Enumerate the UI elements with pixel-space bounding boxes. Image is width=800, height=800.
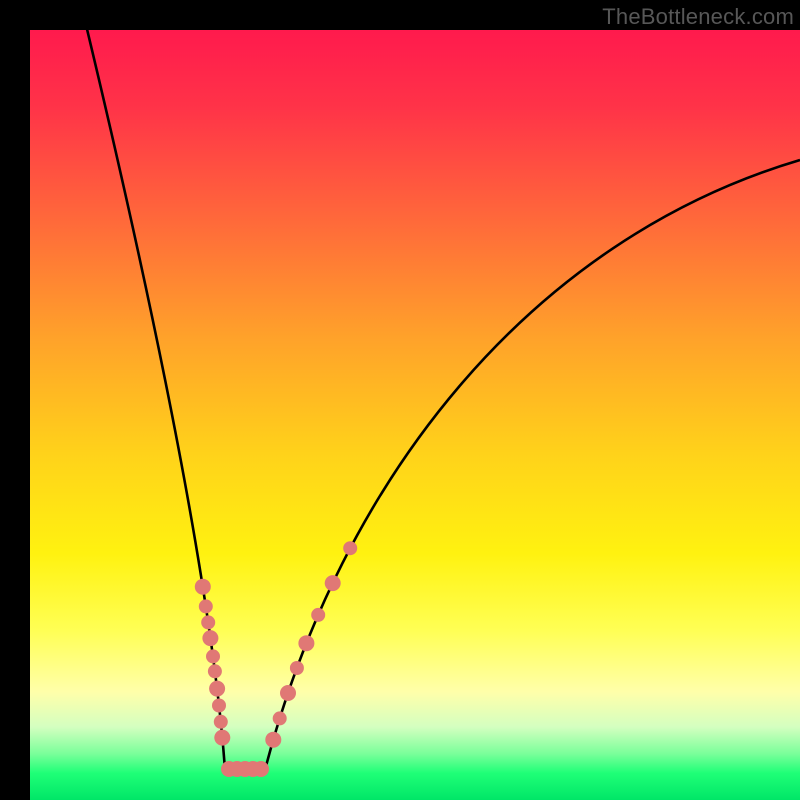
data-marker — [208, 664, 222, 678]
plot-area — [30, 30, 800, 800]
data-marker — [209, 681, 225, 697]
chart-frame: TheBottleneck.com — [0, 0, 800, 800]
data-marker — [265, 732, 281, 748]
data-marker — [206, 649, 220, 663]
data-markers — [195, 541, 357, 777]
data-marker — [253, 761, 269, 777]
data-marker — [298, 635, 314, 651]
data-marker — [195, 579, 211, 595]
data-marker — [280, 685, 296, 701]
data-marker — [212, 699, 226, 713]
data-marker — [214, 715, 228, 729]
bottleneck-curve — [30, 30, 800, 800]
data-marker — [199, 599, 213, 613]
data-marker — [273, 711, 287, 725]
data-marker — [325, 575, 341, 591]
data-marker — [311, 608, 325, 622]
data-marker — [214, 730, 230, 746]
data-marker — [290, 661, 304, 675]
data-marker — [201, 615, 215, 629]
data-marker — [343, 541, 357, 555]
watermark-label: TheBottleneck.com — [602, 4, 794, 30]
data-marker — [202, 630, 218, 646]
